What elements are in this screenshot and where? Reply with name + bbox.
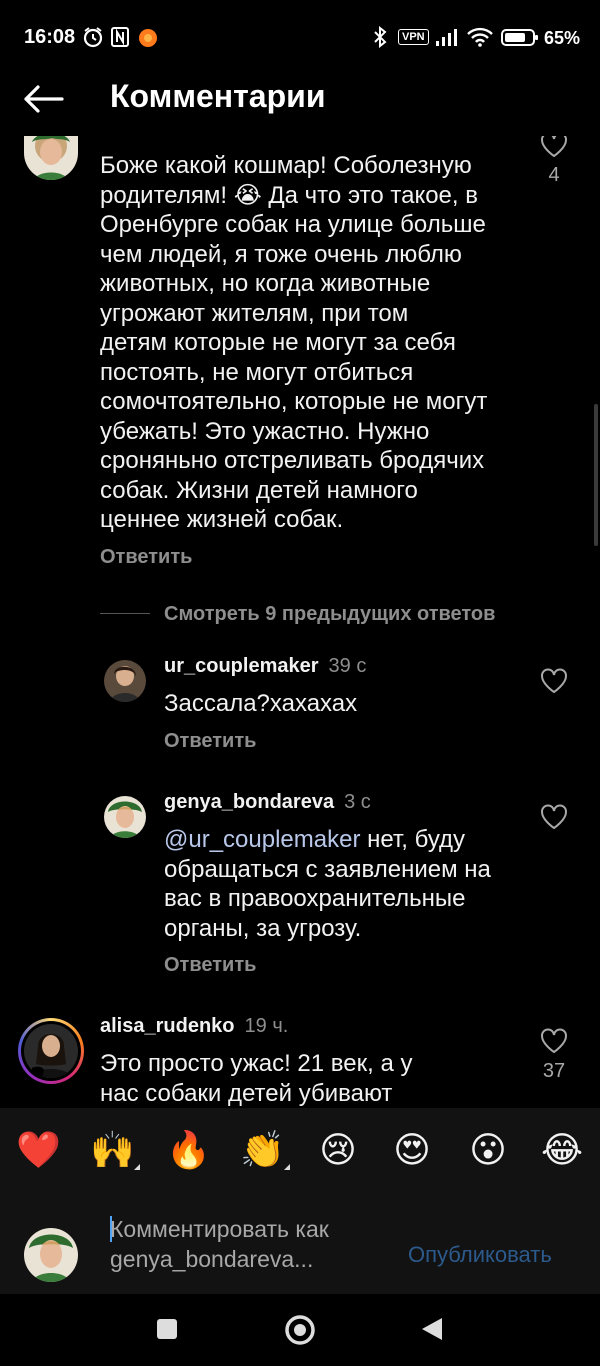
emoji-quick-bar: ❤️ 🙌 🔥 👏 😢 😍 😮 😂 — [0, 1108, 600, 1192]
like-heart-icon[interactable] — [540, 136, 568, 158]
avatar[interactable] — [104, 796, 146, 838]
like-heart-icon[interactable] — [540, 668, 568, 694]
comment-text: Это просто ужас! 21 век, а у нас собаки … — [100, 1050, 413, 1107]
avatar[interactable] — [104, 660, 146, 702]
reply-button[interactable]: Ответить — [164, 954, 256, 977]
emoji-laughing-button[interactable]: 😂 — [540, 1128, 584, 1172]
emoji-crying-button[interactable]: 😢 — [316, 1128, 360, 1172]
emoji-raised-hands-button[interactable]: 🙌 — [90, 1128, 140, 1172]
vpn-badge: VPN — [398, 29, 429, 45]
publish-button[interactable]: Опубликовать — [408, 1242, 552, 1268]
timestamp: 39 с — [328, 655, 367, 677]
emoji-heart-button[interactable]: ❤️ — [16, 1128, 61, 1172]
page-title: Комментарии — [110, 78, 326, 114]
avatar[interactable] — [24, 136, 78, 180]
reply-header: genya_bondareva 3 с — [164, 791, 371, 814]
reply-button[interactable]: Ответить — [164, 730, 256, 753]
comment-text: Боже какой кошмар! Соболезную родителям!… — [100, 152, 488, 533]
timestamp: 3 с — [344, 791, 371, 813]
notification-dot-icon — [139, 29, 157, 47]
battery-icon — [501, 29, 538, 46]
nfc-icon — [111, 27, 129, 47]
back-arrow-icon[interactable] — [22, 84, 64, 114]
emoji-fire-button[interactable]: 🔥 — [166, 1128, 211, 1172]
username[interactable]: ur_couplemaker — [164, 655, 319, 677]
comment-header: alisa_rudenko 19 ч. — [100, 1015, 288, 1038]
signal-icon — [436, 29, 457, 46]
avatar-story-ring[interactable] — [18, 1018, 84, 1084]
comment-input[interactable]: Комментировать как genya_bondareva... — [110, 1214, 400, 1274]
variant-indicator — [284, 1164, 290, 1170]
username[interactable]: alisa_rudenko — [100, 1015, 235, 1037]
home-icon[interactable] — [284, 1314, 316, 1346]
alarm-icon — [83, 27, 103, 48]
like-heart-icon[interactable] — [540, 804, 568, 830]
emoji-heart-eyes-button[interactable]: 😍 — [390, 1128, 434, 1172]
reply-header: ur_couplemaker 39 с — [164, 655, 366, 678]
battery-percent: 65% — [544, 28, 581, 48]
like-heart-icon[interactable] — [540, 1028, 568, 1054]
reply-text: Зассала?хахахах — [164, 690, 358, 717]
variant-indicator — [134, 1164, 140, 1170]
mention-link[interactable]: @ur_couplemaker — [164, 826, 360, 853]
status-bar: 16:08 VPN 65% — [0, 0, 600, 76]
emoji-surprised-button[interactable]: 😮 — [466, 1128, 510, 1172]
like-count: 37 — [542, 1060, 566, 1082]
username[interactable]: genya_bondareva — [164, 791, 334, 813]
back-triangle-icon[interactable] — [420, 1316, 444, 1342]
recent-apps-icon[interactable] — [156, 1318, 178, 1340]
view-previous-replies-button[interactable]: Смотреть 9 предыдущих ответов — [164, 603, 495, 626]
status-time: 16:08 — [24, 26, 76, 48]
current-user-avatar — [24, 1228, 78, 1282]
emoji-clap-button[interactable]: 👏 — [240, 1128, 290, 1172]
timestamp: 19 ч. — [244, 1015, 289, 1037]
wifi-icon — [467, 27, 493, 47]
scrollbar[interactable] — [594, 404, 598, 546]
like-count: 4 — [548, 164, 560, 186]
reply-button[interactable]: Ответить — [100, 546, 192, 569]
comment-composer: Комментировать как genya_bondareva... Оп… — [0, 1192, 600, 1294]
reply-text: @ur_couplemaker нет, буду обращаться с з… — [164, 826, 491, 942]
system-nav-bar — [0, 1294, 600, 1366]
header: Комментарии — [0, 76, 600, 136]
comments-list[interactable]: Боже какой кошмар! Соболезную родителям!… — [0, 136, 600, 1108]
bluetooth-icon — [374, 26, 387, 48]
replies-divider — [100, 613, 150, 614]
